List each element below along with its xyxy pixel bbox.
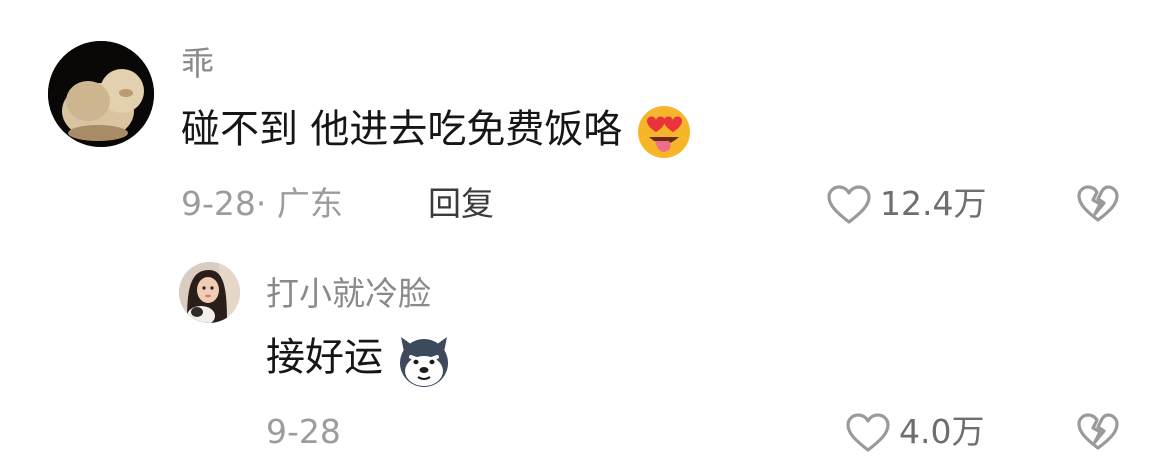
replier-avatar[interactable]	[179, 262, 240, 323]
comment-date: 9-28	[181, 184, 256, 223]
husky-dog-emoji-icon	[400, 337, 449, 387]
dislike-broken-heart-icon[interactable]	[1076, 184, 1120, 224]
comment-location: 广东	[276, 184, 343, 223]
reply-button[interactable]: 回复	[428, 184, 494, 224]
comment-body: 碰不到 他进去吃免费饭咯	[181, 107, 623, 153]
meta-separator: ·	[255, 184, 267, 223]
like-count: 12.4万	[880, 184, 987, 223]
reply-body: 接好运	[266, 335, 384, 381]
reply-like-count: 4.0万	[899, 412, 985, 451]
fluffy-cat-avatar-icon	[48, 41, 154, 147]
dislike-broken-heart-icon[interactable]	[1076, 412, 1120, 452]
comment-text: 碰不到 他进去吃免费饭咯	[181, 103, 693, 161]
commenter-avatar[interactable]	[48, 41, 154, 147]
girl-with-dog-avatar-icon	[179, 262, 240, 323]
replier-username[interactable]: 打小就冷脸	[266, 274, 431, 314]
reply-text: 接好运	[266, 331, 453, 389]
like-heart-icon[interactable]	[845, 412, 891, 454]
commenter-username[interactable]: 乖	[181, 44, 214, 84]
heart-eyes-tongue-emoji-icon	[637, 106, 690, 158]
reply-date: 9-28	[266, 412, 341, 451]
like-heart-icon[interactable]	[826, 184, 872, 226]
comment-meta: 9-28· 广东	[181, 184, 343, 224]
